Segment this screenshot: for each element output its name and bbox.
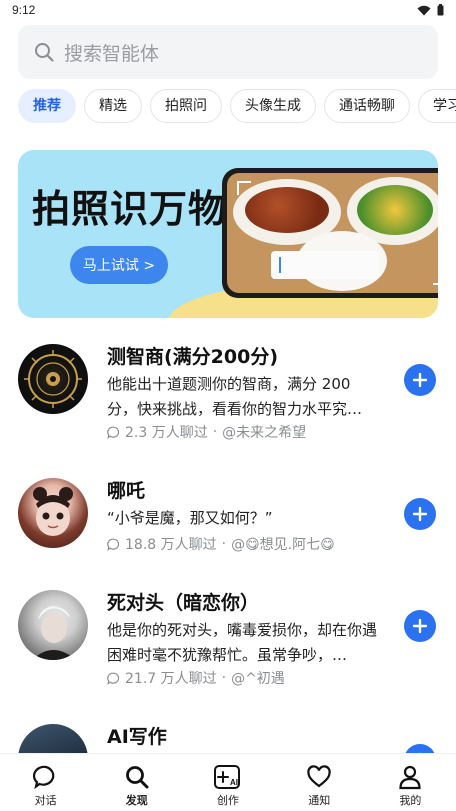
nav-chat[interactable]: 对话 bbox=[0, 754, 91, 811]
agent-description: “小爷是魔，那又如何？” bbox=[107, 509, 273, 527]
nav-profile[interactable]: 我的 bbox=[365, 754, 456, 811]
agent-title: 死对头（暗恋你） bbox=[107, 592, 260, 614]
nav-discover[interactable]: 发现 bbox=[91, 754, 182, 811]
nav-label: 我的 bbox=[399, 794, 422, 807]
author-name: @😋想见.阿七😋 bbox=[231, 537, 335, 553]
status-time: 9:12 bbox=[12, 3, 36, 17]
tab-voice-chat[interactable]: 通话畅聊 bbox=[324, 89, 410, 123]
search-placeholder: 搜索智能体 bbox=[64, 42, 160, 65]
agent-title: 测智商(满分200分) bbox=[107, 346, 279, 368]
plus-icon bbox=[412, 618, 428, 634]
tab-avatar-generate[interactable]: 头像生成 bbox=[230, 89, 316, 123]
heart-icon bbox=[307, 765, 331, 788]
nav-create[interactable]: AI 创作 bbox=[182, 754, 273, 811]
tab-study[interactable]: 学习 bbox=[418, 89, 456, 123]
nav-label: 创作 bbox=[217, 794, 239, 807]
banner-try-button[interactable]: 马上试试 > bbox=[70, 246, 168, 284]
agent-description: 他是你的死对头，嘴毒爱损你，却在你遇困难时毫不犹豫帮忙。虽常争吵，… bbox=[107, 621, 378, 664]
chat-count-icon bbox=[107, 672, 120, 685]
nav-label: 发现 bbox=[125, 794, 148, 807]
chat-count-icon bbox=[107, 426, 120, 439]
chat-count: 21.7 万人聊过 bbox=[125, 671, 217, 687]
agent-title: 哪吒 bbox=[107, 480, 146, 502]
agent-title: AI写作 bbox=[107, 726, 167, 748]
scan-input-illustration bbox=[271, 251, 379, 279]
nav-notifications[interactable]: 通知 bbox=[274, 754, 365, 811]
add-agent-button[interactable] bbox=[404, 498, 436, 530]
food-photo bbox=[227, 173, 438, 293]
list-item[interactable]: 死对头（暗恋你） 他是你的死对头，嘴毒爱损你，却在你遇困难时毫不犹豫帮忙。虽常争… bbox=[0, 576, 456, 688]
nav-label: 对话 bbox=[34, 794, 57, 807]
search-input[interactable]: 搜索智能体 bbox=[18, 25, 438, 79]
chat-bubble-icon bbox=[32, 765, 54, 790]
agent-description: 他能出十道题测你的智商，满分 200 分，快来挑战，看看你的智力水平究… bbox=[107, 375, 363, 418]
search-icon bbox=[35, 43, 54, 62]
add-agent-button[interactable] bbox=[404, 610, 436, 642]
person-icon bbox=[399, 765, 422, 790]
avatar bbox=[18, 344, 88, 414]
tab-photo-ask[interactable]: 拍照问 bbox=[150, 89, 222, 123]
tab-featured[interactable]: 精选 bbox=[84, 89, 142, 123]
agent-meta: 21.7 万人聊过 · @^初遇 bbox=[107, 668, 285, 688]
search-icon bbox=[125, 766, 149, 789]
banner-title: 拍照识万物 bbox=[32, 187, 228, 231]
chat-count-icon bbox=[107, 538, 120, 551]
category-tabs: 推荐 精选 拍照问 头像生成 通话畅聊 学习 bbox=[18, 89, 456, 125]
author-name: @未来之希望 bbox=[222, 425, 307, 441]
create-ai-icon: AI bbox=[214, 765, 240, 789]
agent-meta: 18.8 万人聊过 · @😋想见.阿七😋 bbox=[107, 534, 335, 554]
add-agent-button[interactable] bbox=[404, 364, 436, 396]
phone-illustration bbox=[222, 168, 438, 298]
chat-count: 2.3 万人聊过 bbox=[125, 425, 208, 441]
status-bar: 9:12 bbox=[0, 0, 456, 22]
author-name: @^初遇 bbox=[231, 671, 285, 687]
avatar bbox=[18, 478, 88, 548]
promo-banner[interactable]: 拍照识万物 马上试试 > bbox=[18, 150, 438, 318]
bagua-icon bbox=[24, 350, 82, 408]
chat-count: 18.8 万人聊过 bbox=[125, 537, 217, 553]
bottom-navigation: 对话 发现 AI 创作 通知 我的 bbox=[0, 753, 456, 811]
plus-icon bbox=[412, 372, 428, 388]
nav-label: 通知 bbox=[308, 794, 331, 807]
avatar bbox=[18, 590, 88, 660]
plus-icon bbox=[412, 506, 428, 522]
status-icons bbox=[417, 4, 444, 16]
list-item[interactable]: 哪吒 “小爷是魔，那又如何？” 18.8 万人聊过 · @😋想见.阿七😋 bbox=[0, 464, 456, 576]
list-item[interactable]: 测智商(满分200分) 他能出十道题测你的智商，满分 200 分，快来挑战，看看… bbox=[0, 330, 456, 442]
wifi-icon bbox=[417, 5, 431, 15]
svg-text:AI: AI bbox=[230, 778, 238, 787]
tab-recommend[interactable]: 推荐 bbox=[18, 89, 76, 123]
battery-icon bbox=[437, 4, 444, 16]
agent-meta: 2.3 万人聊过 · @未来之希望 bbox=[107, 422, 306, 442]
